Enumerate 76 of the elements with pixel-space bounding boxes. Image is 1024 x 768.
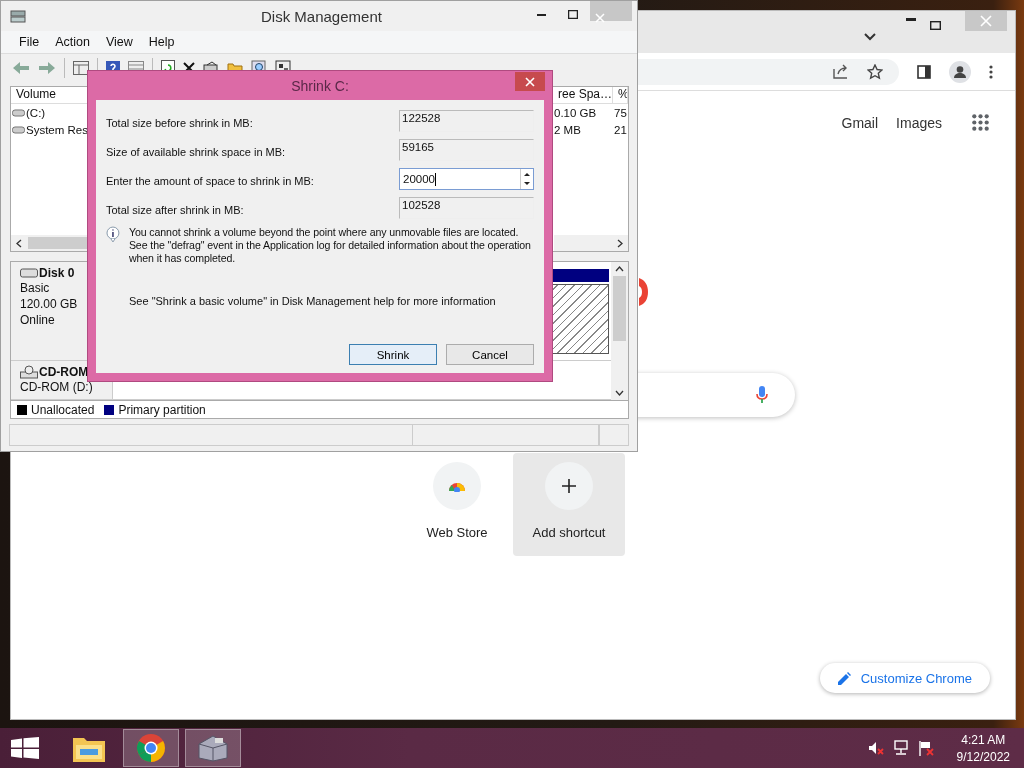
table-cell: 21 (613, 123, 628, 136)
console-tree-icon[interactable] (73, 61, 89, 75)
chevron-down-icon[interactable] (864, 33, 876, 41)
disk-detail: CD-ROM (D:) (20, 380, 94, 395)
network-icon[interactable] (892, 740, 909, 756)
arrow-down-icon[interactable] (615, 390, 624, 396)
drive-icon (12, 125, 25, 134)
menu-item[interactable]: View (97, 35, 141, 49)
close-button[interactable] (515, 72, 545, 91)
star-icon[interactable] (867, 63, 883, 80)
arrow-right-icon[interactable] (617, 238, 623, 248)
windows-logo-icon[interactable] (11, 737, 39, 759)
drive-icon (10, 9, 26, 23)
legend-label: Unallocated (31, 402, 95, 417)
close-icon (525, 76, 535, 87)
number-field[interactable]: 20000 (399, 168, 534, 190)
close-icon (980, 15, 992, 27)
disk-name: Disk 0 (39, 266, 75, 280)
pencil-icon (837, 671, 851, 685)
header-link[interactable]: Gmail (839, 114, 881, 131)
info-text: You cannot shrink a volume beyond the point where any unmovable files are located. See the "defrag" event in the Application log for detailed information about the operation when it has completed. (128, 226, 532, 265)
flag-icon[interactable] (917, 740, 934, 756)
field-label: Size of available shrink space in MB: (106, 145, 287, 158)
drive-icon (20, 268, 38, 278)
info-icon (106, 226, 120, 242)
table-cell-text: 0.10 GB (553, 106, 598, 119)
dialog-button[interactable]: Shrink (349, 344, 437, 365)
table-cell-text: 2 MB (553, 123, 582, 136)
disk-detail: Basic (20, 281, 51, 296)
disk-tool-icon (197, 734, 229, 762)
legend-label: Primary partition (118, 402, 206, 417)
shortcut-tile[interactable]: Web Store (401, 453, 513, 556)
customize-button[interactable]: Customize Chrome (819, 663, 990, 693)
side-panel-icon[interactable] (917, 64, 931, 79)
readonly-field: 122528 (399, 110, 534, 132)
close-icon (595, 12, 605, 23)
apps-grid-icon[interactable] (972, 114, 989, 131)
table-cell: 75 (613, 106, 628, 119)
arrow-left-icon[interactable] (16, 238, 22, 248)
field-label: Total size after shrink in MB: (106, 203, 245, 216)
window-title: Disk Management (261, 8, 382, 25)
dialog-button[interactable]: Cancel (446, 344, 534, 365)
menu-item[interactable]: Help (140, 35, 183, 49)
menu-icon[interactable] (989, 64, 993, 79)
menu-item[interactable]: File (11, 35, 48, 49)
help-text: See "Shrink a basic volume" in Disk Management help for more information (129, 295, 497, 307)
avatar-icon[interactable] (949, 60, 971, 83)
readonly-field: 59165 (399, 139, 534, 161)
vertical-scrollbar[interactable] (611, 262, 628, 400)
taskbar-app[interactable] (123, 729, 179, 767)
shortcut-label: Web Store (426, 525, 488, 540)
share-icon[interactable] (833, 64, 849, 79)
clock-date[interactable]: 9/12/2022 (956, 749, 1010, 764)
clock-time[interactable]: 4:21 AM (961, 732, 1006, 747)
maximize-icon[interactable] (930, 21, 941, 30)
disk-detail: 120.00 GB (20, 297, 79, 312)
readonly-field: 102528 (399, 197, 534, 219)
store-icon (448, 480, 466, 492)
shortcut-tile[interactable]: Add shortcut (513, 453, 625, 556)
menu-item[interactable]: Action (47, 35, 98, 49)
microphone-icon[interactable] (756, 386, 768, 404)
muted-speaker-icon[interactable] (867, 740, 884, 756)
header-link[interactable]: Images (894, 114, 944, 131)
cd-drive-icon (20, 365, 38, 379)
field-label: Enter the amount of space to shrink in MB: (106, 174, 315, 187)
drive-icon (12, 108, 25, 117)
horizontal-scrollbar[interactable] (11, 235, 87, 251)
dialog-title: Shrink C: (291, 77, 349, 94)
disk-detail: Online (20, 313, 56, 328)
maximize-icon[interactable] (568, 10, 578, 19)
shortcut-label: Add shortcut (532, 525, 606, 540)
field-label: Total size before shrink in MB: (106, 116, 254, 129)
plus-icon (562, 479, 576, 493)
disk-name: CD-ROM (39, 365, 89, 379)
chrome-icon (136, 733, 166, 763)
arrow-up-icon[interactable] (615, 266, 624, 272)
